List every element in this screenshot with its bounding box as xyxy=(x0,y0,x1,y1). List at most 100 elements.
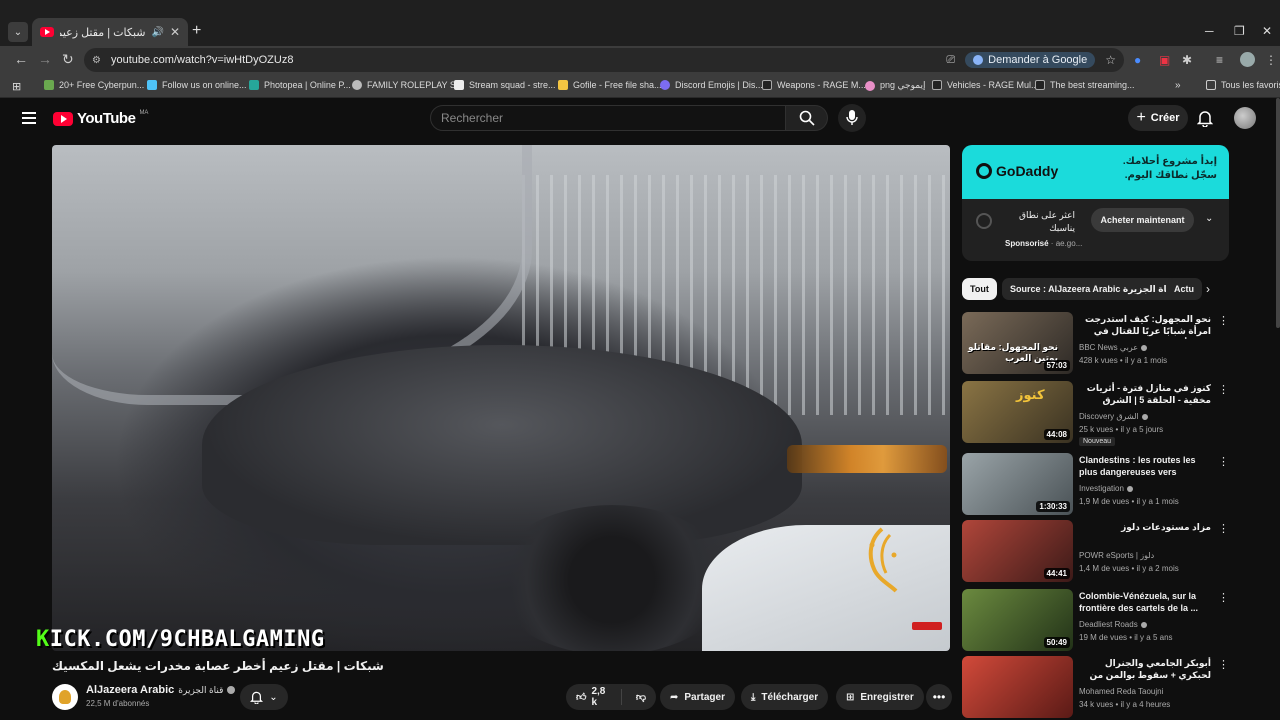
chips-next-chevron-icon[interactable]: › xyxy=(1206,282,1210,296)
bookmark-item[interactable]: Follow us on online... xyxy=(147,80,247,90)
reload-icon[interactable]: ↻ xyxy=(62,51,74,68)
bookmark-item[interactable]: Vehicles - RAGE Mul... xyxy=(932,80,1039,90)
video-thumbnail[interactable]: 50:49 xyxy=(962,589,1073,651)
more-options-icon[interactable]: ⋮ xyxy=(1218,522,1229,535)
youtube-logo[interactable]: YouTube MA xyxy=(53,110,148,127)
bookmark-item[interactable]: 20+ Free Cyberpun... xyxy=(44,80,144,90)
video-player[interactable] xyxy=(52,145,950,651)
chip-all[interactable]: Tout xyxy=(962,278,997,300)
cast-icon[interactable]: ⎚ xyxy=(946,54,955,67)
like-button[interactable]: 👍︎ 2,8 k xyxy=(566,686,622,708)
address-bar[interactable]: ⚙ youtube.com/watch?v=iwHtDyOZUz8 ⎚ Dema… xyxy=(84,48,1124,72)
ask-google-button[interactable]: Demander à Google xyxy=(965,52,1096,68)
browser-menu-icon[interactable]: ⋮ xyxy=(1265,53,1277,67)
recommended-channel[interactable]: Discovery الشرق xyxy=(1079,412,1148,421)
more-horizontal-icon: ••• xyxy=(932,690,946,704)
browser-profile-avatar[interactable] xyxy=(1240,52,1255,67)
extension-red-icon[interactable]: ▣ xyxy=(1159,53,1170,67)
search-input[interactable]: Rechercher xyxy=(430,105,786,131)
subscription-notifications-button[interactable]: ⌄ xyxy=(240,684,288,710)
more-bookmarks-chevron-icon[interactable]: » xyxy=(1175,80,1181,91)
bookmark-item[interactable]: FAMILY ROLEPLAY S... xyxy=(352,80,463,90)
share-button[interactable]: ➦ Partager xyxy=(660,684,735,710)
ad-buy-now-button[interactable]: Acheter maintenant xyxy=(1091,208,1194,232)
share-arrow-icon: ➦ xyxy=(670,691,679,703)
video-thumbnail[interactable]: 44:41 xyxy=(962,520,1073,582)
forward-arrow-icon[interactable]: → xyxy=(38,51,52,67)
recommended-video[interactable]: أبوبكر الجامعي والجنرال لحبكري + سقوط بو… xyxy=(962,656,1230,720)
bookmark-favicon-icon xyxy=(558,80,568,90)
new-tab-plus-icon[interactable]: + xyxy=(192,22,201,40)
dislike-button[interactable]: 👎︎ xyxy=(628,691,656,703)
recommended-title[interactable]: مزاد مستودعات دلوز xyxy=(1079,521,1211,533)
recommended-video[interactable]: نحو المجهول: مقاتلو بوتين العرب 57:03 نح… xyxy=(962,312,1230,376)
minimize-icon[interactable]: ─ xyxy=(1205,24,1214,38)
thumbs-up-icon: 👍︎ xyxy=(576,692,587,703)
recommended-video[interactable]: 50:49 Colombie-Vénézuela, sur la frontiè… xyxy=(962,589,1230,653)
more-options-icon[interactable]: ⋮ xyxy=(1218,383,1229,396)
apps-grid-icon[interactable]: ⊞ xyxy=(12,80,21,93)
recommended-title[interactable]: Clandestins : les routes les plus danger… xyxy=(1079,454,1211,480)
extension-info-icon[interactable]: ● xyxy=(1134,53,1141,67)
ad-expand-chevron-icon[interactable]: ⌄ xyxy=(1205,213,1213,224)
extensions-puzzle-icon[interactable]: ✱ xyxy=(1182,53,1192,67)
recommended-video[interactable]: 1:30:33 Clandestins : les routes les plu… xyxy=(962,453,1230,517)
page-scrollbar[interactable] xyxy=(1276,98,1280,328)
close-window-icon[interactable]: ✕ xyxy=(1262,24,1272,38)
recommended-title[interactable]: كنوز في منازل فترة - أثريات مخفية - الحل… xyxy=(1079,382,1211,408)
verified-badge-icon xyxy=(1140,621,1147,628)
tab-search-chevron-icon[interactable]: ⌄ xyxy=(8,22,28,42)
bookmark-item[interactable]: Gofile - Free file sha... xyxy=(558,80,662,90)
recommended-video[interactable]: 44:41 مزاد مستودعات دلوز POWR eSports | … xyxy=(962,520,1230,584)
chip-source-channel[interactable]: Source : AlJazeera Arabic قناة الجزيرة xyxy=(1002,278,1185,300)
bookmark-item[interactable]: Photopea | Online P... xyxy=(249,80,351,90)
chip-news[interactable]: Actu xyxy=(1166,278,1202,300)
recommended-video[interactable]: كنوز 44:08 كنوز في منازل فترة - أثريات م… xyxy=(962,381,1230,446)
bookmark-item[interactable]: png إيموجي xyxy=(865,80,925,91)
sponsored-ad-card[interactable]: GoDaddy إبدأ مشروع أحلامك. سجّل نطاقك ال… xyxy=(962,145,1229,261)
all-favorites-folder[interactable]: Tous les favoris xyxy=(1206,80,1280,90)
notifications-bell-icon[interactable] xyxy=(1197,109,1213,127)
bookmark-star-icon[interactable]: ☆ xyxy=(1105,53,1116,67)
video-thumbnail[interactable] xyxy=(962,656,1073,718)
account-avatar[interactable] xyxy=(1234,107,1256,129)
bookmark-item[interactable]: Weapons - RAGE M... xyxy=(762,80,866,90)
more-options-icon[interactable]: ⋮ xyxy=(1218,658,1229,671)
ad-banner[interactable]: GoDaddy إبدأ مشروع أحلامك. سجّل نطاقك ال… xyxy=(962,145,1229,199)
create-button[interactable]: + Créer xyxy=(1128,105,1188,131)
voice-search-button[interactable] xyxy=(838,104,866,132)
video-thumbnail[interactable]: كنوز 44:08 xyxy=(962,381,1073,443)
browser-tab-active[interactable]: شبكات | مقتل زعيم أخطر ع... 🔊 ✕ xyxy=(32,18,188,46)
recommended-channel[interactable]: BBC News عربي xyxy=(1079,343,1147,352)
media-control-icon[interactable]: ≡ xyxy=(1216,53,1223,67)
back-arrow-icon[interactable]: ← xyxy=(14,51,28,67)
speaker-icon[interactable]: 🔊 xyxy=(151,27,163,38)
site-info-icon[interactable]: ⚙ xyxy=(92,55,101,66)
channel-avatar[interactable] xyxy=(52,684,78,710)
download-button[interactable]: ⤓ Télécharger xyxy=(741,684,829,710)
recommended-channel[interactable]: Investigation xyxy=(1079,484,1133,493)
more-options-icon[interactable]: ⋮ xyxy=(1218,591,1229,604)
save-button[interactable]: ⊞ Enregistrer xyxy=(836,684,924,710)
close-tab-icon[interactable]: ✕ xyxy=(170,25,180,39)
bookmark-item[interactable]: Discord Emojis | Dis... xyxy=(660,80,763,90)
recommended-channel[interactable]: POWR eSports | دلوز xyxy=(1079,551,1154,560)
bookmark-item[interactable]: The best streaming... xyxy=(1035,80,1135,90)
recommended-title[interactable]: أبوبكر الجامعي والجنرال لحبكري + سقوط بو… xyxy=(1079,657,1211,683)
video-thumbnail[interactable]: نحو المجهول: مقاتلو بوتين العرب 57:03 xyxy=(962,312,1073,374)
search-button[interactable] xyxy=(786,105,828,131)
recommended-meta: 428 k vues • il y a 1 mois xyxy=(1079,356,1168,365)
bookmarks-bar: ⊞ 20+ Free Cyberpun... Follow us on onli… xyxy=(0,74,1280,98)
restore-icon[interactable]: ❐ xyxy=(1234,24,1245,38)
bookmark-item[interactable]: Stream squad - stre... xyxy=(454,80,556,90)
recommended-channel[interactable]: Deadliest Roads xyxy=(1079,620,1147,629)
recommended-channel[interactable]: Mohamed Reda Taoujni xyxy=(1079,687,1163,696)
recommended-title[interactable]: Colombie-Vénézuela, sur la frontière des… xyxy=(1079,590,1211,614)
hamburger-menu-icon[interactable] xyxy=(22,112,36,124)
video-thumbnail[interactable]: 1:30:33 xyxy=(962,453,1073,515)
channel-name[interactable]: AlJazeera Arabic قناة الجزيرة xyxy=(86,684,236,696)
more-options-icon[interactable]: ⋮ xyxy=(1218,314,1229,327)
recommended-title[interactable]: نحو المجهول: كيف استدرجت امرأة شبابًا عر… xyxy=(1079,313,1211,339)
more-options-icon[interactable]: ⋮ xyxy=(1218,455,1229,468)
more-actions-button[interactable]: ••• xyxy=(926,684,952,710)
